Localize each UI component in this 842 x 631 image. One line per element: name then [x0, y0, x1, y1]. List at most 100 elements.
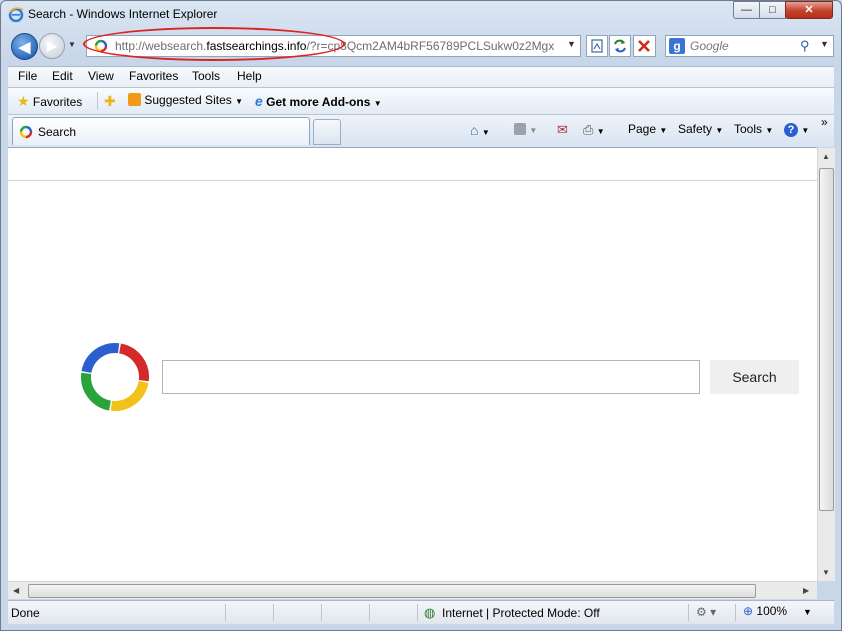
vertical-scrollbar[interactable]: ▲ ▼ — [817, 148, 835, 581]
scroll-up-icon[interactable]: ▲ — [822, 152, 830, 161]
search-submit-button[interactable]: Search — [710, 360, 799, 394]
status-bar: Done ◍ Internet | Protected Mode: Off ⚙ … — [8, 600, 834, 624]
favbar-divider — [97, 92, 98, 110]
protected-mode-icon[interactable]: ⚙ ▾ — [696, 605, 716, 619]
search-magnifier-icon[interactable]: ⚲ — [800, 38, 810, 54]
feeds-button[interactable]: ▼ — [514, 122, 537, 136]
page-menu-label: Page — [628, 122, 657, 136]
back-button[interactable]: ◀ — [11, 33, 38, 60]
menu-view[interactable]: View — [88, 69, 114, 83]
status-divider — [225, 604, 226, 621]
safety-menu-button[interactable]: Safety ▼ — [678, 122, 723, 136]
search-provider-dropdown-icon[interactable]: ▼ — [820, 39, 829, 49]
tools-menu-label: Tools — [734, 122, 763, 136]
horizontal-scrollbar[interactable]: ◀ ▶ — [8, 581, 817, 599]
tab-favicon-icon — [19, 125, 33, 139]
tools-menu-button[interactable]: Tools ▼ — [734, 122, 773, 136]
refresh-button[interactable] — [609, 35, 631, 57]
scroll-down-icon[interactable]: ▼ — [822, 568, 830, 577]
favorites-label: Favorites — [32, 95, 83, 109]
recent-pages-dropdown[interactable]: ▼ — [68, 40, 78, 50]
google-provider-icon: g — [669, 38, 685, 54]
star-icon: ★ — [17, 93, 30, 109]
home-icon: ⌂ — [470, 122, 479, 138]
menu-file[interactable]: File — [18, 69, 37, 83]
zoom-control[interactable]: ⊕ 100% — [743, 604, 787, 618]
menu-favorites[interactable]: Favorites — [129, 69, 178, 83]
compatibility-icon — [591, 39, 603, 53]
menu-bar: File Edit View Favorites Tools Help — [8, 66, 834, 88]
new-tab-button[interactable] — [313, 119, 341, 145]
arrow-right-icon: ▶ — [47, 38, 57, 53]
status-text: Done — [11, 606, 40, 620]
tab-label: Search — [38, 125, 77, 139]
search-query-input[interactable] — [162, 360, 700, 394]
rss-feed-icon — [514, 123, 526, 135]
stop-button[interactable] — [633, 35, 656, 57]
menu-help[interactable]: Help — [237, 69, 262, 83]
stop-icon — [638, 40, 650, 52]
help-icon: ? — [784, 123, 798, 137]
add-to-favorites-bar-button[interactable]: ✚ — [104, 93, 116, 110]
menu-tools[interactable]: Tools — [192, 69, 220, 83]
mail-icon: ✉ — [557, 122, 568, 137]
search-box-placeholder: Google — [690, 39, 729, 53]
compatibility-view-button[interactable] — [586, 35, 608, 57]
chevron-down-icon: ▼ — [801, 126, 810, 135]
status-divider — [417, 604, 418, 621]
chevron-down-icon: ▼ — [481, 128, 490, 137]
chevron-down-icon: ▼ — [596, 127, 605, 136]
tab-command-bar: Search ⌂ ▼ ▼ ✉ ⎙ ▼ Page ▼ Safety ▼ Tools… — [8, 115, 834, 147]
horizontal-scroll-thumb[interactable] — [28, 584, 756, 598]
status-divider — [369, 604, 370, 621]
get-addons-label: Get more Add-ons — [266, 95, 371, 109]
add-favorite-star-icon: ✚ — [104, 93, 116, 109]
status-divider — [688, 604, 689, 621]
maximize-button[interactable]: □ — [759, 1, 786, 19]
minimize-button[interactable]: — — [733, 1, 760, 19]
forward-button[interactable]: ▶ — [39, 33, 65, 59]
status-divider — [321, 604, 322, 621]
page-menu-button[interactable]: Page ▼ — [628, 122, 667, 136]
ie-logo-icon — [8, 7, 24, 22]
status-divider — [273, 604, 274, 621]
vertical-scroll-thumb[interactable] — [819, 168, 834, 511]
scroll-right-icon[interactable]: ▶ — [803, 586, 809, 595]
page-header-divider — [8, 180, 817, 181]
status-divider — [735, 604, 736, 621]
search-box[interactable]: g Google ⚲ ▼ — [665, 35, 834, 57]
close-window-button[interactable]: ✕ — [785, 1, 833, 19]
printer-icon: ⎙ — [583, 122, 594, 137]
globe-icon: ◍ — [424, 605, 436, 620]
get-addons-button[interactable]: e Get more Add-ons ▼ — [255, 93, 382, 109]
highlight-oval-annotation — [83, 27, 345, 61]
arrow-left-icon: ◀ — [18, 38, 31, 56]
title-bar: Search - Windows Internet Explorer — □ ✕ — [0, 0, 842, 30]
suggested-sites-button[interactable]: Suggested Sites ▼ — [128, 93, 243, 107]
print-button[interactable]: ⎙ ▼ — [583, 122, 605, 138]
read-mail-button[interactable]: ✉ — [557, 122, 568, 138]
tab-search[interactable]: Search — [12, 117, 310, 145]
window-title: Search - Windows Internet Explorer — [28, 7, 218, 21]
address-dropdown-icon[interactable]: ▼ — [567, 39, 576, 49]
zoom-magnifier-icon: ⊕ — [743, 604, 754, 618]
chevron-down-icon: ▼ — [715, 126, 724, 135]
zoom-dropdown-icon[interactable]: ▼ — [803, 607, 812, 617]
search-ring-logo — [81, 343, 149, 411]
suggested-sites-icon — [128, 93, 141, 106]
security-zone-text[interactable]: Internet | Protected Mode: Off — [442, 606, 600, 620]
favorites-button[interactable]: ★ Favorites — [17, 93, 82, 110]
ie-addons-icon: e — [255, 93, 263, 109]
chevron-down-icon: ▼ — [765, 126, 774, 135]
chevron-down-icon: ▼ — [659, 126, 668, 135]
chevron-more-icon[interactable]: » — [821, 115, 828, 129]
safety-menu-label: Safety — [678, 122, 713, 136]
menu-edit[interactable]: Edit — [52, 69, 73, 83]
home-button[interactable]: ⌂ ▼ — [470, 122, 490, 138]
scroll-left-icon[interactable]: ◀ — [13, 586, 19, 595]
help-button[interactable]: ? ▼ — [784, 122, 809, 137]
chevron-down-icon: ▼ — [529, 126, 538, 135]
suggested-sites-label: Suggested Sites — [144, 93, 232, 107]
chevron-down-icon: ▼ — [235, 97, 244, 106]
favorites-bar: ★ Favorites ✚ Suggested Sites ▼ e Get mo… — [8, 88, 834, 115]
